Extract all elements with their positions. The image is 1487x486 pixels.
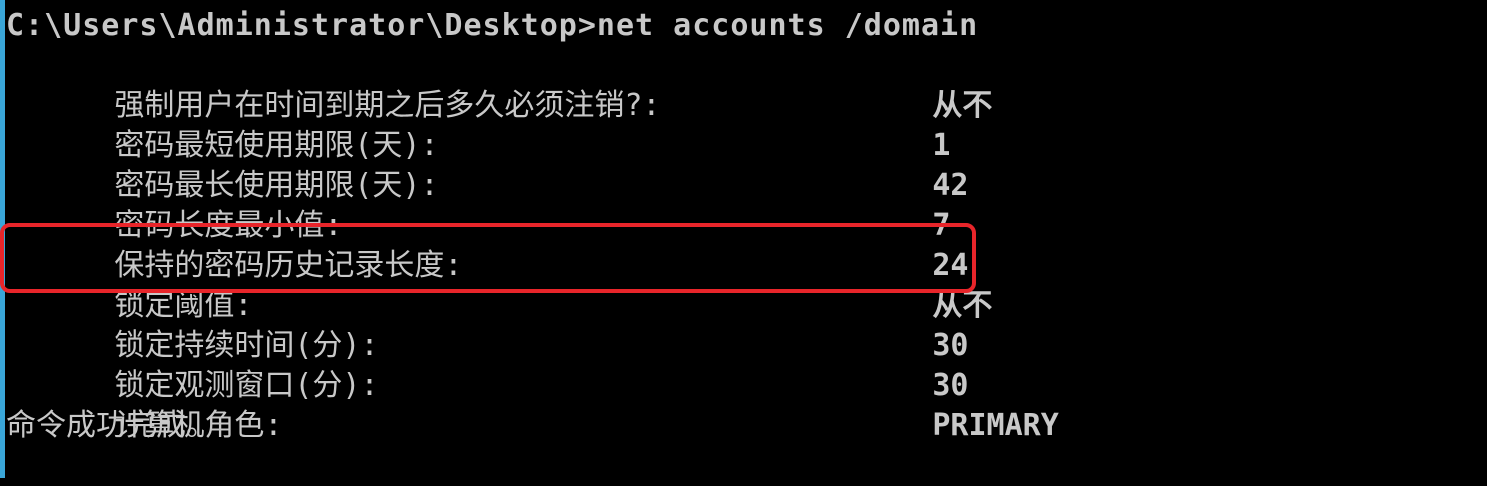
output-row-max-password-age: 密码最长使用期限(天): 42 [6, 126, 1059, 203]
completion-message: 命令成功完成。 [6, 408, 216, 443]
highlight-box [0, 223, 976, 293]
output-row-lockout-window: 锁定观测窗口(分): 30 [6, 326, 1059, 403]
console-window[interactable]: C:\Users\Administrator\Desktop>net accou… [0, 0, 1487, 478]
command-prompt-line: C:\Users\Administrator\Desktop>net accou… [6, 8, 979, 43]
output-row-min-password-length: 密码长度最小值: 7 [6, 166, 1059, 243]
output-row-forced-logoff: 强制用户在时间到期之后多久必须注销?: 从不 [6, 46, 1059, 123]
output-row-min-password-age: 密码最短使用期限(天): 1 [6, 86, 1059, 163]
output-row-computer-role: 计算机角色: PRIMARY [6, 366, 1058, 443]
